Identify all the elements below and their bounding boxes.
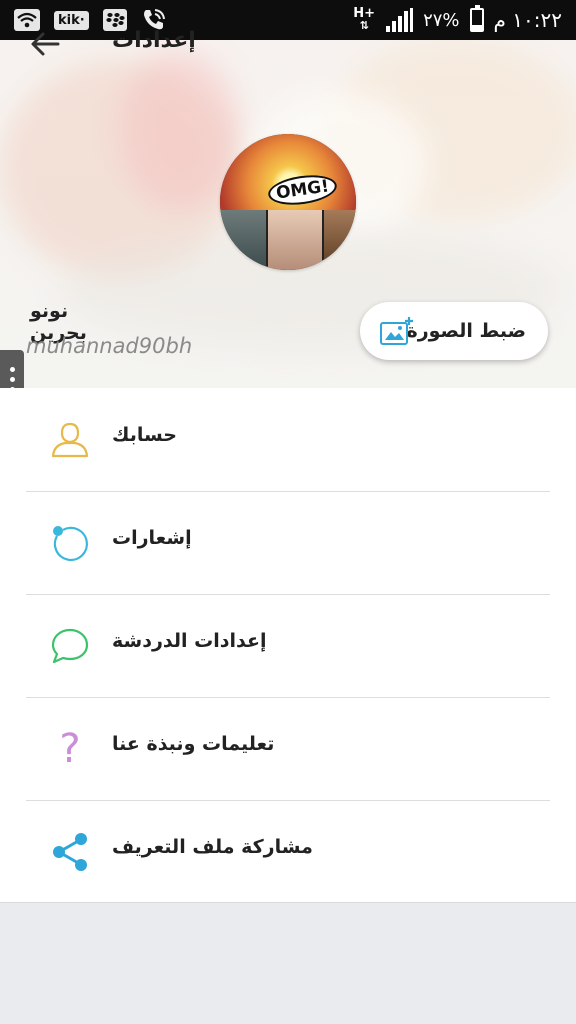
menu-label-notifications: إشعارات [112,527,192,549]
question-icon: ? [59,726,81,772]
menu-item-account[interactable]: حسابك [0,388,576,491]
menu-label-help: تعليمات ونبذة عنا [112,733,275,755]
arrow-left-icon [31,32,60,56]
settings-menu: حسابك إشعارات إعدادات الدردشة ? تعليمات … [0,388,576,903]
battery-level [471,24,482,30]
page-title: إعدادات [112,28,196,53]
menu-item-notifications[interactable]: إشعارات [0,491,576,594]
username: muhannad90bh [26,334,193,358]
status-bar: kik· H+ ⇅ ٢٧% ١٠:٢٢ م [0,0,576,40]
menu-label-account: حسابك [112,424,177,446]
menu-item-chat-settings[interactable]: إعدادات الدردشة [0,594,576,697]
user-icon [48,420,92,460]
chat-bubble-icon [48,626,92,666]
share-icon [48,832,92,872]
menu-label-chat-settings: إعدادات الدردشة [112,630,267,652]
set-photo-button[interactable]: ضبط الصورة [360,302,548,360]
add-photo-icon [380,316,414,350]
menu-item-share-profile[interactable]: مشاركة ملف التعريف [0,800,576,903]
menu-item-help[interactable]: ? تعليمات ونبذة عنا [0,697,576,800]
set-photo-label: ضبط الصورة [406,320,526,342]
menu-label-share-profile: مشاركة ملف التعريف [112,836,313,858]
avatar[interactable]: OMG! [220,134,356,270]
battery-icon [469,5,484,32]
notification-ring-icon [48,523,92,563]
back-button[interactable] [26,26,64,62]
status-time: ١٠:٢٢ م [493,8,562,32]
signal-icon [385,8,414,32]
network-type: H+ ⇅ [353,6,376,32]
battery-percent: ٢٧% [423,9,460,31]
